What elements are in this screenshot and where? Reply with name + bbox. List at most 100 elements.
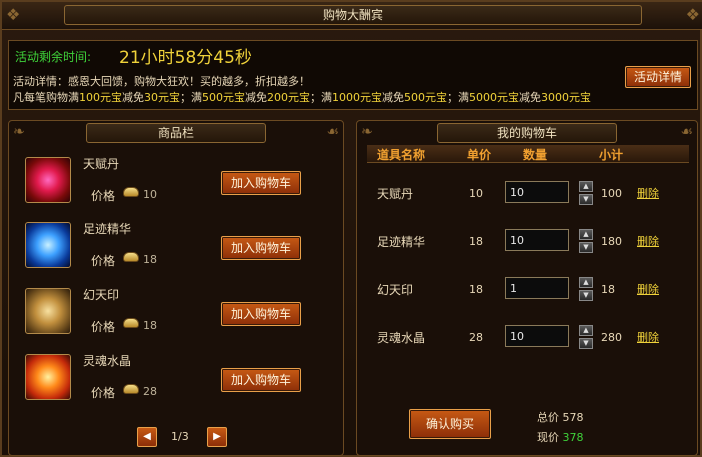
cart-row: 灵魂水晶 28 ▲ ▼ 280 删除 <box>367 325 689 355</box>
total-price: 总价 578 <box>537 409 584 425</box>
event-panel: 活动剩余时间: 21小时58分45秒 活动详情：感恩大回馈，购物大狂欢！买的越多… <box>8 40 698 110</box>
offer-discount: 3000元宝 <box>541 91 591 104</box>
confirm-purchase-button[interactable]: 确认购买 <box>409 409 491 439</box>
cart-row: 幻天印 18 ▲ ▼ 18 删除 <box>367 277 689 307</box>
qty-down-icon[interactable]: ▼ <box>579 338 593 349</box>
product-panel-header: ❧ 商品栏 ☙ <box>9 121 343 143</box>
ingot-icon <box>123 252 139 262</box>
current-price: 现价 378 <box>537 429 584 445</box>
cart-item-name: 天赋丹 <box>377 187 414 201</box>
quantity-input[interactable] <box>505 181 569 203</box>
golden-seal-icon <box>25 288 71 334</box>
offer-text: 减免 <box>382 91 404 104</box>
product-price: 10 <box>143 188 157 201</box>
ornament-left-icon: ❧ <box>13 124 25 140</box>
delete-link[interactable]: 删除 <box>637 329 659 345</box>
cart-panel: ❧ 我的购物车 ☙ 道具名称 单价 数量 小计 天赋丹 10 ▲ ▼ 100 删… <box>356 120 698 456</box>
cart-item-price: 18 <box>469 283 483 296</box>
add-to-cart-button[interactable]: 加入购物车 <box>221 368 301 392</box>
red-pill-icon <box>25 157 71 203</box>
qty-down-icon[interactable]: ▼ <box>579 290 593 301</box>
product-price: 28 <box>143 385 157 398</box>
ornament-right-icon: ☙ <box>680 124 693 140</box>
quantity-input[interactable] <box>505 229 569 251</box>
product-item: 灵魂水晶 价格 28 加入购物车 <box>19 346 335 408</box>
ornament-left-icon: ❧ <box>361 124 373 140</box>
product-name: 足迹精华 <box>83 222 132 236</box>
product-item: 幻天印 价格 18 加入购物车 <box>19 280 335 342</box>
add-to-cart-button[interactable]: 加入购物车 <box>221 302 301 326</box>
quantity-input[interactable] <box>505 277 569 299</box>
total-label: 总价 <box>537 411 559 424</box>
product-name: 灵魂水晶 <box>83 354 132 368</box>
price-label: 价格 <box>91 189 116 203</box>
offer-discount: 30元宝 <box>144 91 180 104</box>
product-item: 足迹精华 价格 18 加入购物车 <box>19 214 335 276</box>
cart-row: 天赋丹 10 ▲ ▼ 100 删除 <box>367 181 689 211</box>
product-price: 18 <box>143 253 157 266</box>
quantity-input[interactable] <box>505 325 569 347</box>
ingot-icon <box>123 318 139 328</box>
cart-item-price: 28 <box>469 331 483 344</box>
price-label: 价格 <box>91 254 116 268</box>
add-to-cart-button[interactable]: 加入购物车 <box>221 171 301 195</box>
cart-item-name: 灵魂水晶 <box>377 331 426 345</box>
title-bar: ❖ 购物大酬宾 ❖ <box>2 2 702 30</box>
offer-text: 减免 <box>245 91 267 104</box>
qty-up-icon[interactable]: ▲ <box>579 325 593 336</box>
cart-row: 足迹精华 18 ▲ ▼ 180 删除 <box>367 229 689 259</box>
product-name: 幻天印 <box>83 288 120 302</box>
cart-item-subtotal: 18 <box>601 283 615 296</box>
offer-discount: 200元宝 <box>267 91 310 104</box>
delete-link[interactable]: 删除 <box>637 281 659 297</box>
product-panel-title: 商品栏 <box>86 123 266 143</box>
qty-up-icon[interactable]: ▲ <box>579 229 593 240</box>
cart-item-name: 足迹精华 <box>377 235 426 249</box>
qty-down-icon[interactable]: ▼ <box>579 242 593 253</box>
qty-up-icon[interactable]: ▲ <box>579 181 593 192</box>
ingot-icon <box>123 384 139 394</box>
prev-page-button[interactable]: ◀ <box>137 427 157 447</box>
offer-threshold: 500元宝 <box>202 91 245 104</box>
ornament-left-icon: ❖ <box>6 5 21 24</box>
cart-item-subtotal: 100 <box>601 187 622 200</box>
delete-link[interactable]: 删除 <box>637 185 659 201</box>
offer-threshold: 1000元宝 <box>332 91 382 104</box>
total-value: 578 <box>562 411 584 424</box>
col-qty: 数量 <box>523 148 548 162</box>
page-indicator: 1/3 <box>171 430 189 443</box>
shop-window: ❖ 购物大酬宾 ❖ 活动剩余时间: 21小时58分45秒 活动详情：感恩大回馈，… <box>0 0 702 457</box>
qty-down-icon[interactable]: ▼ <box>579 194 593 205</box>
product-item: 天赋丹 价格 10 加入购物车 <box>19 149 335 211</box>
offer-text: 凡每笔购物满 <box>13 91 79 104</box>
offer-threshold: 5000元宝 <box>469 91 519 104</box>
offer-text: ；满 <box>310 91 332 104</box>
price-label: 价格 <box>91 320 116 334</box>
ornament-right-icon: ☙ <box>326 124 339 140</box>
now-value: 378 <box>562 431 584 444</box>
fire-crystal-icon <box>25 354 71 400</box>
ornament-right-icon: ❖ <box>685 5 700 24</box>
add-to-cart-button[interactable]: 加入购物车 <box>221 236 301 260</box>
cart-item-subtotal: 180 <box>601 235 622 248</box>
qty-up-icon[interactable]: ▲ <box>579 277 593 288</box>
pager: ◀ 1/3 ▶ <box>9 427 343 447</box>
col-name: 道具名称 <box>377 148 426 162</box>
offer-text: ；满 <box>447 91 469 104</box>
event-details-button[interactable]: 活动详情 <box>625 66 691 88</box>
offer-text: ；满 <box>180 91 202 104</box>
event-detail: 活动详情：感恩大回馈，购物大狂欢！买的越多，折扣越多！ <box>13 75 310 88</box>
price-label: 价格 <box>91 386 116 400</box>
delete-link[interactable]: 删除 <box>637 233 659 249</box>
product-name: 天赋丹 <box>83 157 120 171</box>
ingot-icon <box>123 187 139 197</box>
offer-threshold: 100元宝 <box>79 91 122 104</box>
offer-discount: 500元宝 <box>404 91 447 104</box>
cart-panel-title: 我的购物车 <box>437 123 617 143</box>
next-page-button[interactable]: ▶ <box>207 427 227 447</box>
offer-text: 减免 <box>519 91 541 104</box>
cart-item-price: 10 <box>469 187 483 200</box>
offer-text: 减免 <box>122 91 144 104</box>
event-offers: 凡每笔购物满100元宝减免30元宝；满500元宝减免200元宝；满1000元宝减… <box>13 89 591 105</box>
timer-value: 21小时58分45秒 <box>119 48 252 68</box>
